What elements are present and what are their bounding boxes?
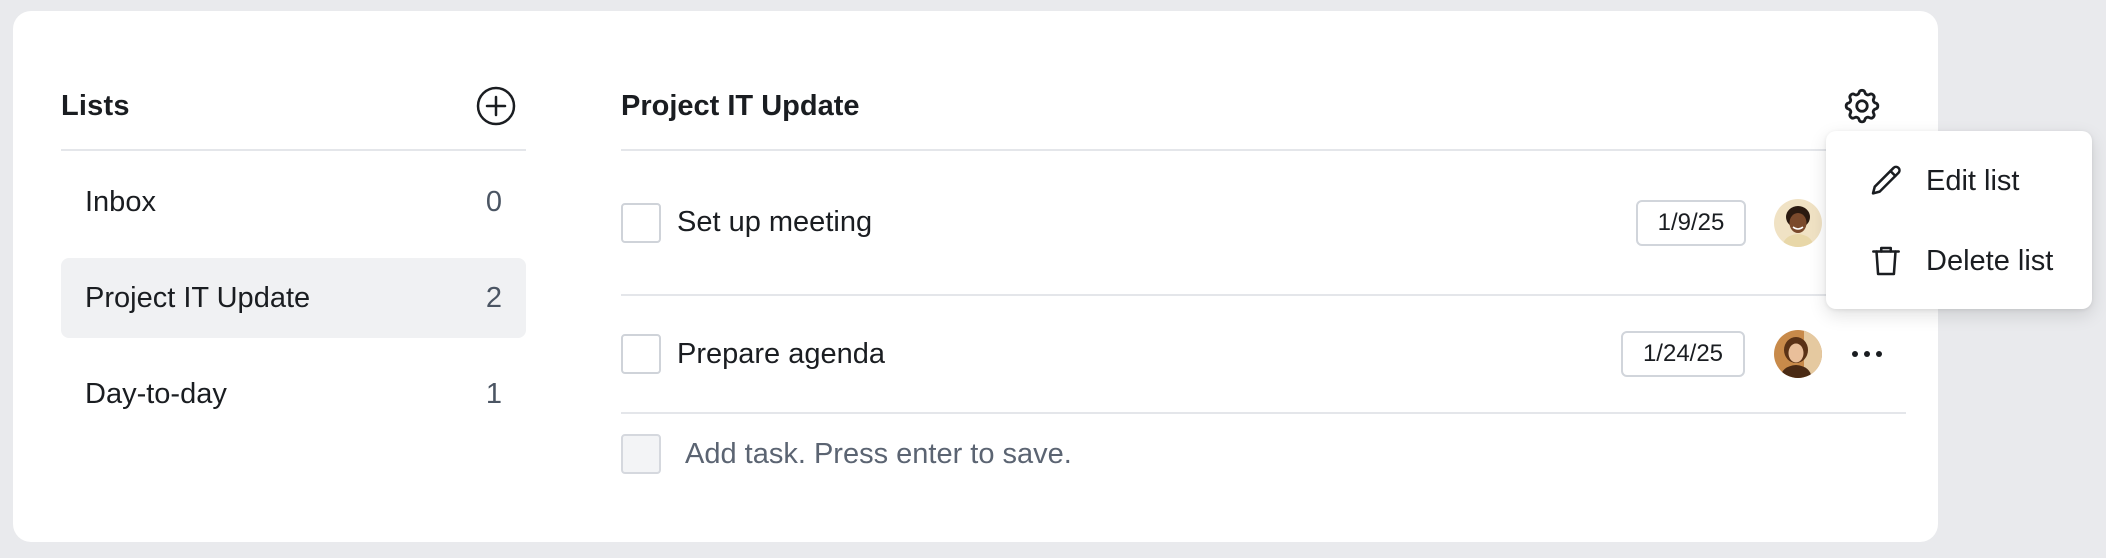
task-title[interactable]: Set up meeting (677, 206, 872, 239)
sidebar-title: Lists (61, 89, 130, 122)
menu-item-label: Edit list (1926, 164, 2020, 197)
list-item-label: Project IT Update (85, 281, 311, 314)
menu-item-edit-list[interactable]: Edit list (1826, 141, 2092, 221)
list-item-project-it-update[interactable]: Project IT Update 2 (61, 258, 526, 338)
task-title[interactable]: Prepare agenda (677, 338, 885, 371)
list-item-count: 2 (485, 281, 502, 314)
task-more-button[interactable] (1845, 339, 1889, 369)
menu-item-label: Delete list (1926, 244, 2054, 277)
gear-icon (1844, 88, 1880, 124)
lists-nav: Inbox 0 Project IT Update 2 Day-to-day 1 (61, 162, 526, 434)
due-date-badge[interactable]: 1/24/25 (1621, 331, 1745, 377)
list-options-menu: Edit list Delete list (1826, 131, 2092, 309)
pencil-icon (1866, 161, 1906, 201)
due-date-badge[interactable]: 1/9/25 (1636, 199, 1746, 246)
list-settings-button[interactable] (1840, 84, 1884, 128)
list-item-label: Day-to-day (85, 377, 227, 410)
task-row: Prepare agenda 1/24/25 (621, 296, 1906, 414)
list-item-label: Inbox (85, 185, 156, 218)
task-list-panel: Project IT Update Set up meeting 1/9/25 (621, 63, 1906, 494)
task-list-header: Project IT Update (621, 63, 1906, 151)
task-checkbox[interactable] (621, 202, 661, 243)
more-horizontal-icon (1852, 351, 1882, 357)
list-item-day-to-day[interactable]: Day-to-day 1 (61, 354, 526, 434)
add-list-button[interactable] (476, 86, 516, 126)
trash-icon (1866, 241, 1906, 281)
list-item-inbox[interactable]: Inbox 0 (61, 162, 526, 242)
list-item-count: 1 (485, 377, 502, 410)
task-row: Set up meeting 1/9/25 (621, 151, 1906, 296)
lists-sidebar: Lists Inbox 0 Project IT Update 2 Day-to… (61, 63, 526, 450)
page-title: Project IT Update (621, 89, 860, 122)
plus-circle-icon (476, 86, 516, 126)
avatar[interactable] (1774, 198, 1822, 247)
list-item-count: 0 (485, 185, 502, 218)
tasks-card: Lists Inbox 0 Project IT Update 2 Day-to… (13, 11, 1938, 542)
add-task-input[interactable] (685, 437, 1385, 471)
sidebar-header: Lists (61, 63, 526, 151)
avatar[interactable] (1774, 330, 1822, 378)
add-task-checkbox (621, 434, 661, 474)
add-task-row (621, 414, 1906, 494)
task-checkbox[interactable] (621, 334, 661, 374)
menu-item-delete-list[interactable]: Delete list (1826, 221, 2092, 301)
